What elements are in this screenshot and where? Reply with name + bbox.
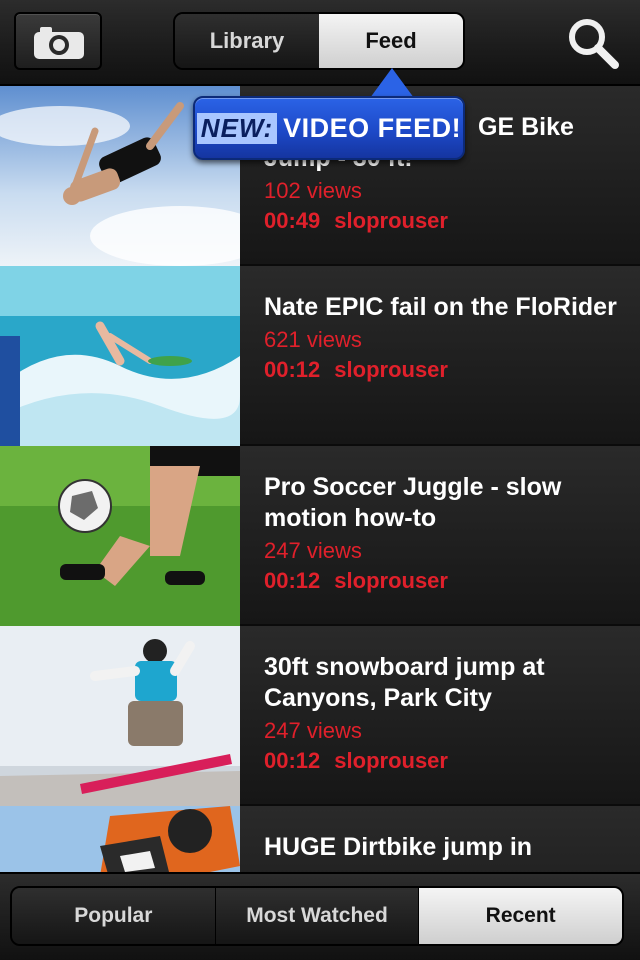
callout-pointer xyxy=(370,68,414,98)
tab-library[interactable]: Library xyxy=(175,14,319,68)
view-count: 247 views xyxy=(264,538,362,563)
search-button[interactable] xyxy=(566,16,620,75)
new-feed-callout[interactable]: NEW: VIDEO FEED! xyxy=(193,96,465,160)
video-user[interactable]: sloprouser xyxy=(334,357,448,382)
sort-switch: Popular Most Watched Recent xyxy=(10,886,624,946)
video-duration: 00:49 xyxy=(264,208,321,233)
video-row[interactable]: Nate EPIC fail on the FloRider 621 views… xyxy=(0,266,640,446)
library-feed-switch: Library Feed xyxy=(173,12,465,70)
view-count: 102 views xyxy=(264,178,362,203)
video-user[interactable]: sloprouser xyxy=(334,568,448,593)
video-meta: 00:12 sloprouser xyxy=(264,566,624,596)
video-user[interactable]: sloprouser xyxy=(334,748,448,773)
tab-popular[interactable]: Popular xyxy=(12,888,215,944)
video-thumbnail[interactable] xyxy=(0,626,240,806)
video-row[interactable]: 30ft snowboard jump at Canyons, Park Cit… xyxy=(0,626,640,806)
video-meta: 00:12 sloprouser xyxy=(264,746,624,776)
video-duration: 00:12 xyxy=(264,357,321,382)
view-count: 247 views xyxy=(264,718,362,743)
callout-text: VIDEO FEED! xyxy=(283,112,462,143)
video-meta: 00:49 sloprouser xyxy=(264,206,624,236)
video-row[interactable]: Pro Soccer Juggle - slow motion how-to 2… xyxy=(0,446,640,626)
video-title[interactable]: Nate EPIC fail on the FloRider xyxy=(264,292,624,323)
tab-feed[interactable]: Feed xyxy=(319,14,463,68)
video-list[interactable]: GE Bike Jump - 30 ft! 102 views 00:49slo… xyxy=(0,86,640,872)
search-icon xyxy=(569,19,619,69)
video-duration: 00:12 xyxy=(264,748,321,773)
video-meta: 00:12 sloprouser xyxy=(264,355,624,385)
video-thumbnail[interactable] xyxy=(0,446,240,626)
view-count: 621 views xyxy=(264,327,362,352)
video-title[interactable]: Pro Soccer Juggle - slow motion how-to xyxy=(264,472,624,534)
video-thumbnail[interactable] xyxy=(0,806,240,872)
tab-most-watched[interactable]: Most Watched xyxy=(214,888,419,944)
video-duration: 00:12 xyxy=(264,568,321,593)
video-title[interactable]: 30ft snowboard jump at Canyons, Park Cit… xyxy=(264,652,624,714)
camera-icon xyxy=(34,27,84,59)
video-title[interactable]: HUGE Dirtbike jump in xyxy=(264,832,624,863)
video-row[interactable]: HUGE Dirtbike jump in xyxy=(0,806,640,872)
callout-new-badge: NEW: xyxy=(196,112,278,144)
video-thumbnail[interactable] xyxy=(0,266,240,446)
video-user[interactable]: sloprouser xyxy=(334,208,448,233)
bottom-sort-bar: Popular Most Watched Recent xyxy=(0,872,640,960)
camera-button[interactable] xyxy=(14,12,102,70)
tab-recent[interactable]: Recent xyxy=(418,888,622,944)
top-nav-bar: Library Feed xyxy=(0,0,640,86)
